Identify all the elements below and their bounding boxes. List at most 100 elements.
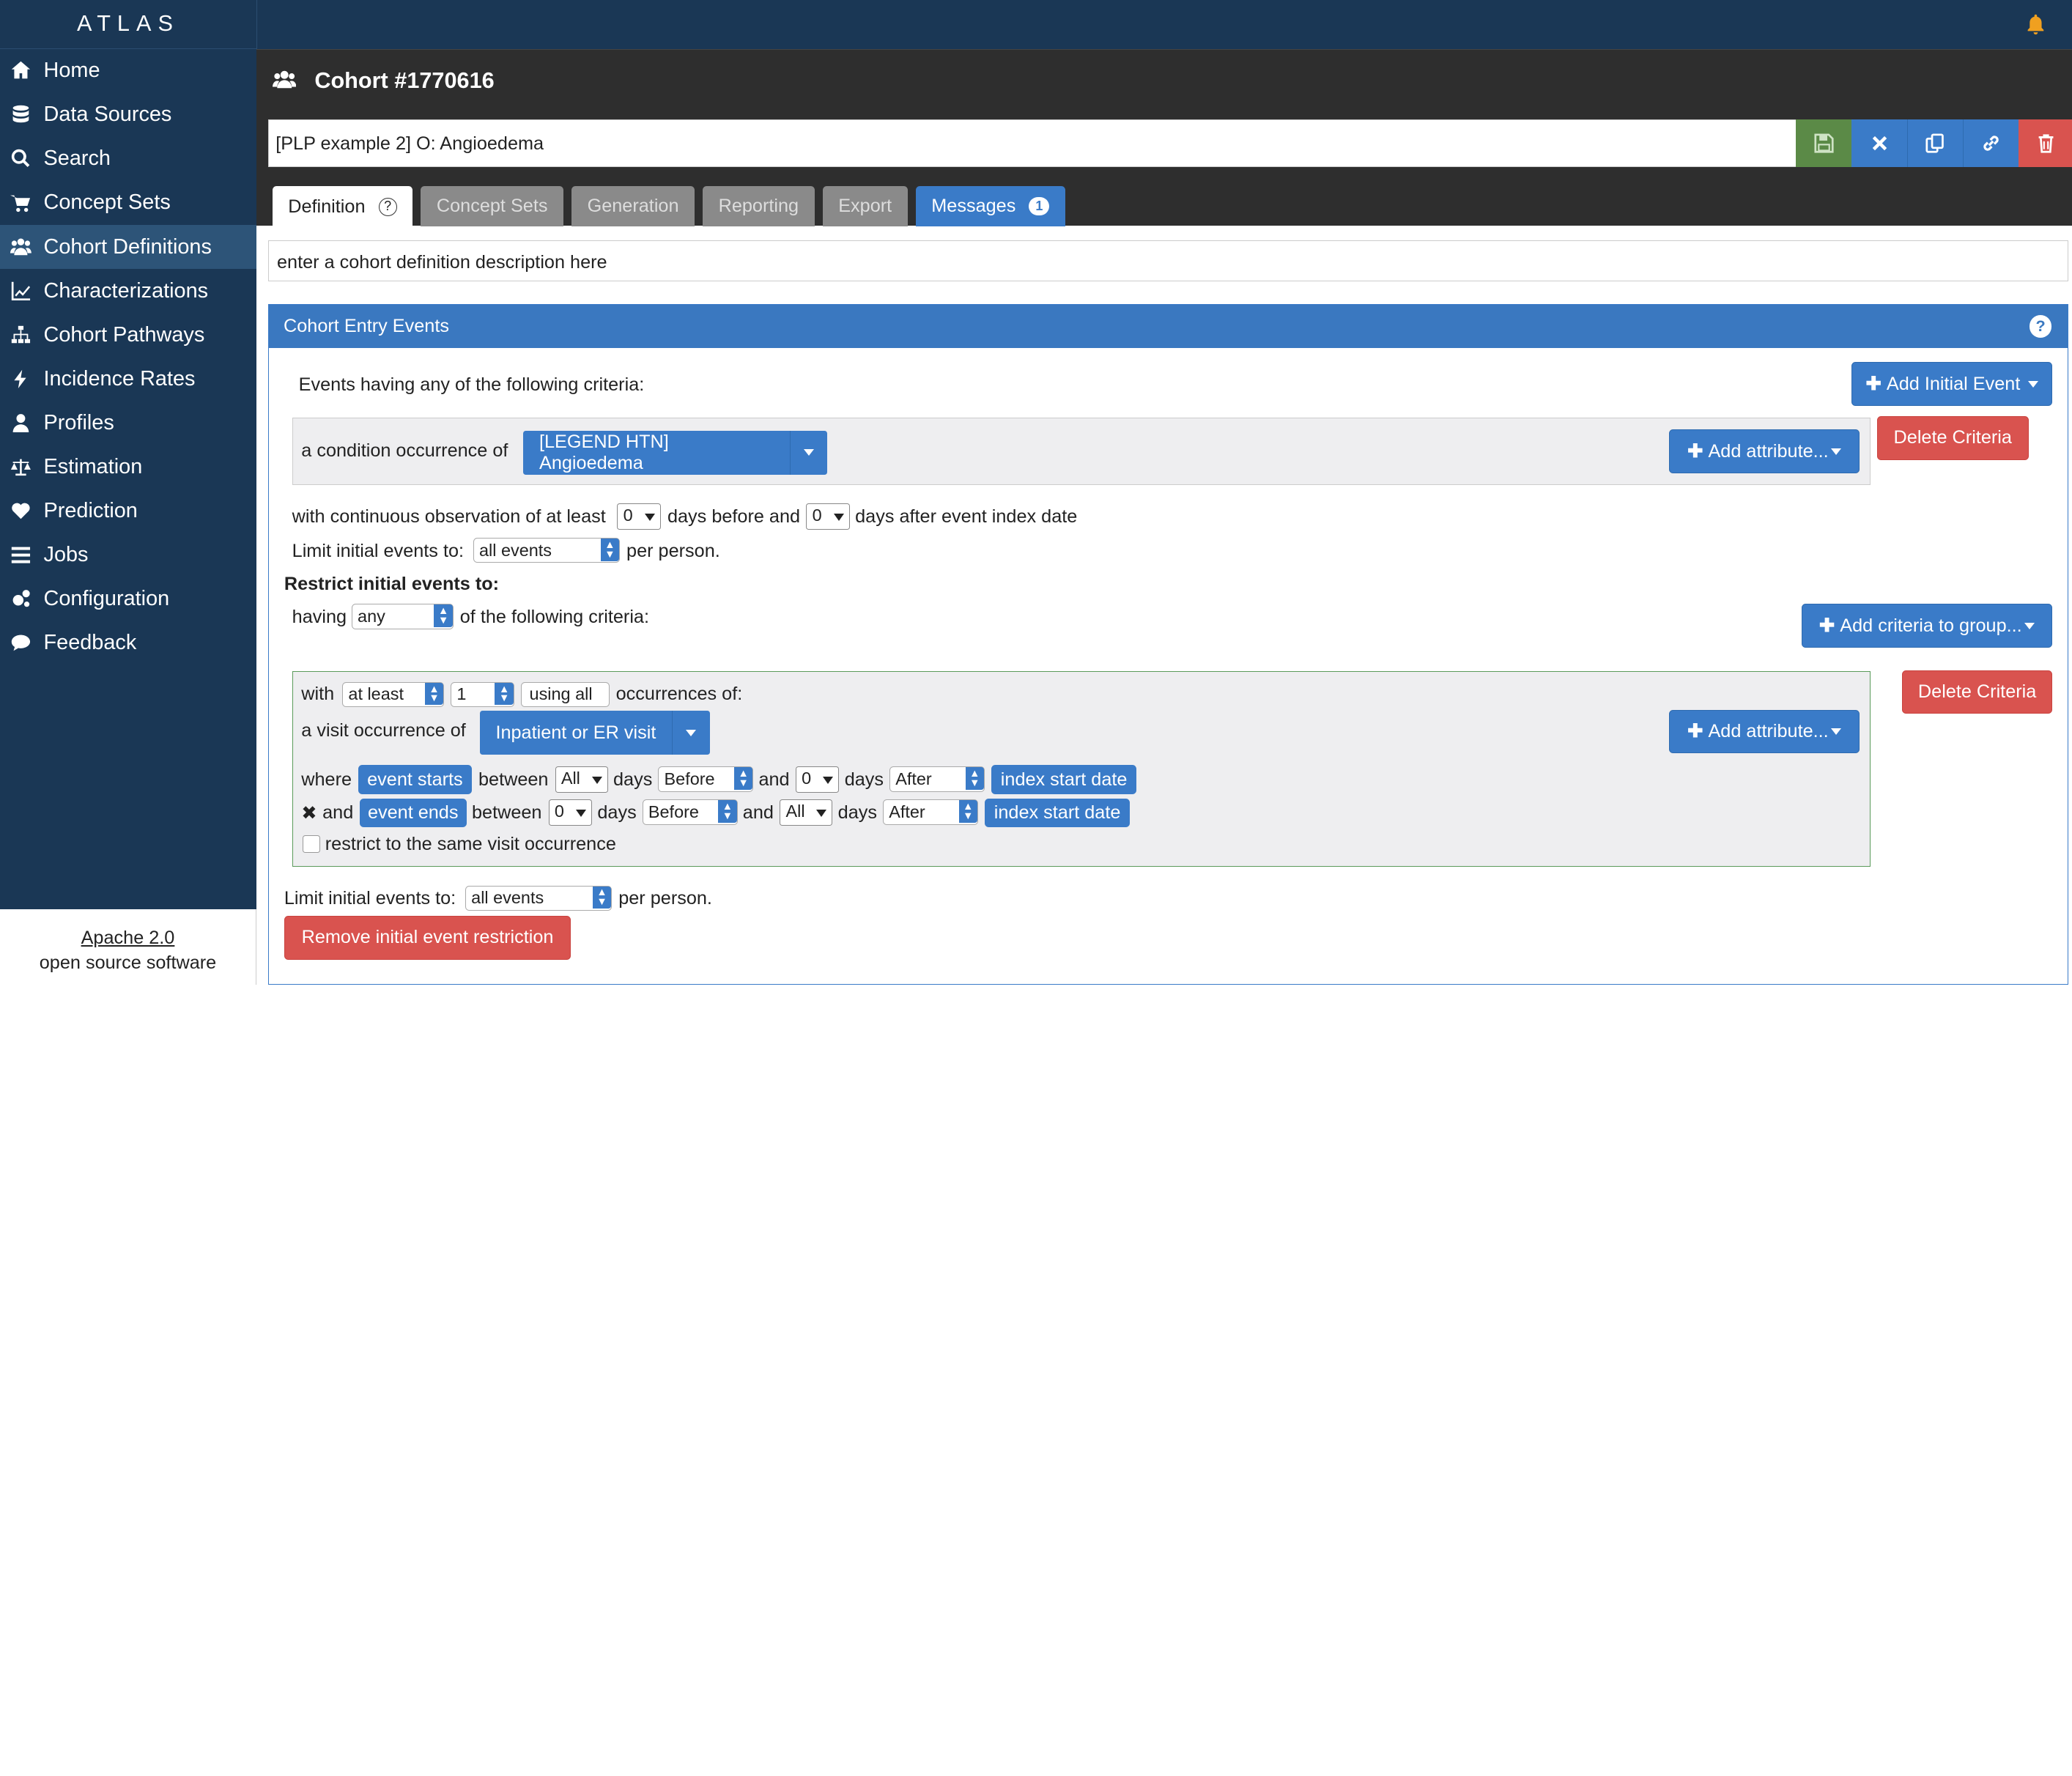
using-all-select[interactable]: using all <box>520 681 610 708</box>
line-chart-icon <box>12 281 31 300</box>
end-relation-1-select[interactable]: Before ▲ ▼ <box>642 799 738 825</box>
cohort-name-input[interactable]: [PLP example 2] O: Angioedema <box>268 119 1798 168</box>
sidebar-item-configuration[interactable]: Configuration <box>0 577 256 621</box>
sidebar-item-jobs[interactable]: Jobs <box>0 533 256 577</box>
link-icon <box>1983 136 1999 152</box>
start-relation-1-select[interactable]: Before ▲ ▼ <box>658 766 754 792</box>
users-icon <box>10 238 32 255</box>
sidebar-item-profiles[interactable]: Profiles <box>0 401 256 445</box>
and-label: and <box>758 769 790 790</box>
tab-generation[interactable]: Generation <box>571 185 695 227</box>
sidebar-item-search[interactable]: Search <box>0 137 256 181</box>
event-ends-chip[interactable]: event ends <box>359 798 467 828</box>
list-icon <box>12 547 31 563</box>
close-button[interactable] <box>1851 119 1907 168</box>
select-value: any <box>358 607 385 626</box>
days-after-select[interactable]: 0 <box>806 503 850 530</box>
button-label: Add Initial Event <box>1886 373 2021 394</box>
sidebar-item-feedback[interactable]: Feedback <box>0 621 256 665</box>
between-label: between <box>471 802 542 823</box>
tab-messages[interactable]: Messages 1 <box>915 185 1066 227</box>
add-criteria-to-group-button[interactable]: ✚ Add criteria to group... <box>1801 604 2053 648</box>
button-label: Add attribute... <box>1708 440 1829 462</box>
index-start-date-chip[interactable]: index start date <box>991 765 1137 795</box>
limit-events-select[interactable]: all events ▲ ▼ <box>465 885 613 911</box>
page-title: Cohort #1770616 <box>314 67 495 93</box>
description-field[interactable]: enter a cohort definition description he… <box>268 240 2069 282</box>
add-attribute-button[interactable]: ✚ Add attribute... <box>1669 429 1860 473</box>
limit-suffix: per person. <box>618 888 712 909</box>
occurrence-count-select[interactable]: 1 ▲ ▼ <box>451 681 514 708</box>
sidebar-item-estimation[interactable]: Estimation <box>0 445 256 489</box>
concept-set-toggle[interactable] <box>791 431 828 475</box>
button-label: Add criteria to group... <box>1840 615 2022 636</box>
event-starts-chip[interactable]: event starts <box>358 765 472 795</box>
end-days-1-select[interactable]: 0 <box>548 799 593 826</box>
tab-label: Definition <box>288 196 366 217</box>
sidebar-item-label: Home <box>43 59 100 83</box>
sidebar-item-concept-sets[interactable]: Concept Sets <box>0 181 256 225</box>
index-start-date-chip[interactable]: index start date <box>984 798 1131 828</box>
sidebar-item-incidence-rates[interactable]: Incidence Rates <box>0 357 256 401</box>
delete-button[interactable] <box>2018 119 2072 168</box>
tab-bar: Definition? Concept Sets Generation Repo… <box>272 185 1073 229</box>
delete-criteria-button[interactable]: Delete Criteria <box>1876 416 2029 460</box>
sidebar-item-cohort-definitions[interactable]: Cohort Definitions <box>0 224 256 270</box>
having-select[interactable]: any ▲ ▼ <box>351 604 454 629</box>
sidebar-item-cohort-pathways[interactable]: Cohort Pathways <box>0 313 256 357</box>
events-heading: Events having any of the following crite… <box>298 374 645 395</box>
close-icon <box>1872 136 1887 151</box>
days-before-select[interactable]: 0 <box>617 503 661 530</box>
save-button[interactable] <box>1796 119 1852 168</box>
where-label: where <box>301 769 352 790</box>
app-root: ATLAS Home Data Sources Search Concept Sets… <box>0 0 2072 985</box>
limit-suffix: per person. <box>626 540 720 561</box>
help-icon[interactable]: ? <box>378 197 397 217</box>
select-value: After <box>889 802 925 821</box>
limit-events-select[interactable]: all events ▲ ▼ <box>473 538 620 563</box>
sidebar-footer: Apache 2.0 open source software <box>0 909 256 985</box>
copy-button[interactable] <box>1907 119 1963 168</box>
messages-count-badge: 1 <box>1029 197 1050 215</box>
sidebar: ATLAS Home Data Sources Search Concept Sets… <box>0 0 256 985</box>
add-attribute-button[interactable]: ✚ Add attribute... <box>1669 709 1860 754</box>
footer-tagline: open source software <box>39 952 217 973</box>
tab-reporting[interactable]: Reporting <box>702 185 815 227</box>
tab-export[interactable]: Export <box>822 185 908 227</box>
criteria-prefix: a condition occurrence of <box>301 440 508 461</box>
link-button[interactable] <box>1962 119 2019 168</box>
visit-prefix: a visit occurrence of <box>301 720 466 741</box>
remove-row-icon[interactable]: ✖ <box>301 802 317 824</box>
tab-concept-sets[interactable]: Concept Sets <box>421 185 564 227</box>
bell-icon[interactable] <box>2025 13 2046 36</box>
tab-definition[interactable]: Definition? <box>272 185 413 229</box>
sidebar-item-label: Profiles <box>43 410 114 434</box>
select-value: After <box>895 769 932 788</box>
end-relation-2-select[interactable]: After ▲ ▼ <box>883 799 978 825</box>
concept-set-label[interactable]: [LEGEND HTN] Angioedema <box>523 431 791 475</box>
help-icon[interactable]: ? <box>2029 315 2052 338</box>
start-days-2-select[interactable]: 0 <box>795 766 840 793</box>
occurrence-type-select[interactable]: at least ▲ ▼ <box>342 681 445 708</box>
sidebar-item-characterizations[interactable]: Characterizations <box>0 269 256 313</box>
add-initial-event-button[interactable]: ✚ Add Initial Event <box>1851 362 2053 406</box>
tab-label: Messages <box>931 195 1016 216</box>
start-days-1-select[interactable]: All <box>555 766 608 793</box>
visit-concept-toggle[interactable] <box>673 711 710 755</box>
select-value: Before <box>664 769 715 788</box>
remove-initial-event-restriction-button[interactable]: Remove initial event restriction <box>284 916 571 960</box>
end-days-2-select[interactable]: All <box>780 799 833 826</box>
sidebar-item-prediction[interactable]: Prediction <box>0 489 256 533</box>
restrict-visit-checkbox[interactable] <box>303 835 320 853</box>
sidebar-item-home[interactable]: Home <box>0 49 256 93</box>
delete-criteria-button[interactable]: Delete Criteria <box>1901 670 2053 714</box>
concept-set-selector[interactable]: [LEGEND HTN] Angioedema <box>523 431 828 475</box>
sidebar-item-label: Jobs <box>43 542 89 566</box>
visit-concept-label[interactable]: Inpatient or ER visit <box>480 711 673 755</box>
visit-concept-selector[interactable]: Inpatient or ER visit <box>479 711 710 755</box>
sidebar-item-data-sources[interactable]: Data Sources <box>0 93 256 137</box>
users-icon <box>272 70 297 89</box>
brand-logo[interactable]: ATLAS <box>0 0 256 49</box>
start-relation-2-select[interactable]: After ▲ ▼ <box>889 766 985 792</box>
license-link[interactable]: Apache 2.0 <box>0 925 256 950</box>
